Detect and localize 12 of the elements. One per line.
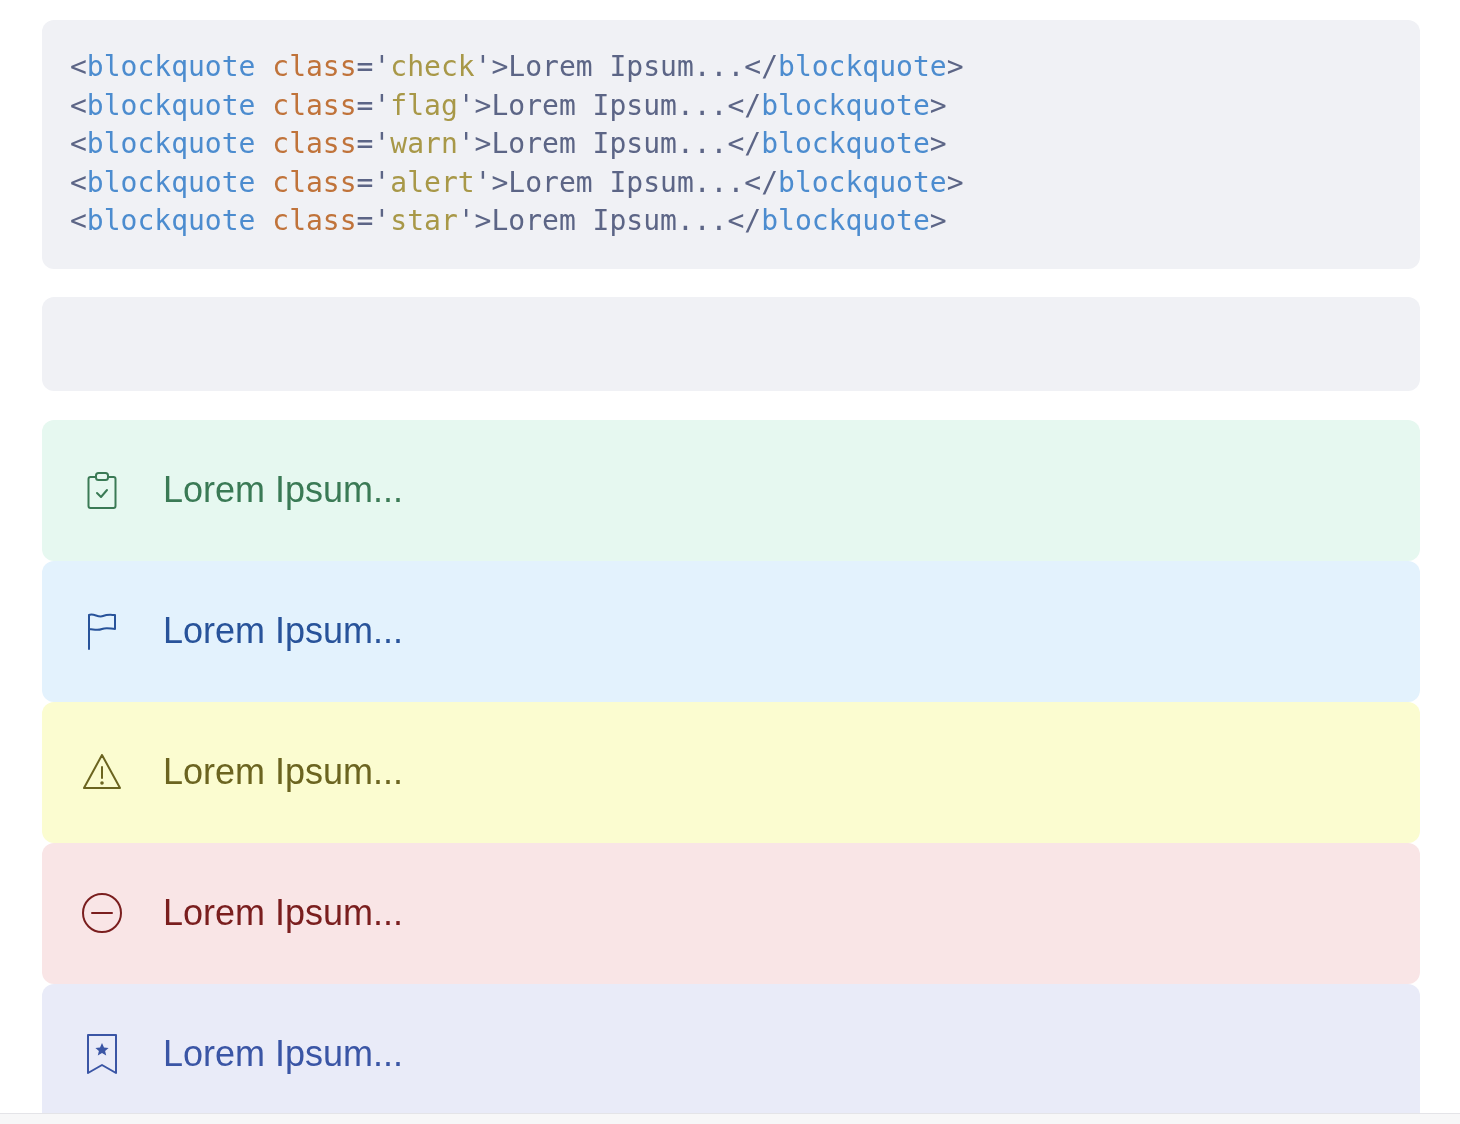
code-line: <blockquote class='check'>Lorem Ipsum...</blockquote> — [70, 49, 965, 85]
code-line: <blockquote class='warn'>Lorem Ipsum...</blockquote> — [70, 126, 948, 162]
code-line: <blockquote class='flag'>Lorem Ipsum...</blockquote> — [70, 87, 948, 124]
minus-circle-icon — [82, 893, 122, 933]
code-line: <blockquote class='alert'>Lorem Ipsum...</blockquote> — [70, 164, 965, 201]
callout-text: Lorem Ipsum... — [163, 751, 404, 793]
callout-text: Lorem Ipsum... — [163, 892, 404, 934]
callout-text: Lorem Ipsum... — [163, 469, 404, 511]
callout-text: Lorem Ipsum... — [163, 610, 404, 652]
code-line: <blockquote class='star'>Lorem Ipsum...</blockquote> — [70, 203, 948, 239]
callout-text: Lorem Ipsum... — [163, 1033, 404, 1075]
warning-icon — [82, 752, 122, 792]
